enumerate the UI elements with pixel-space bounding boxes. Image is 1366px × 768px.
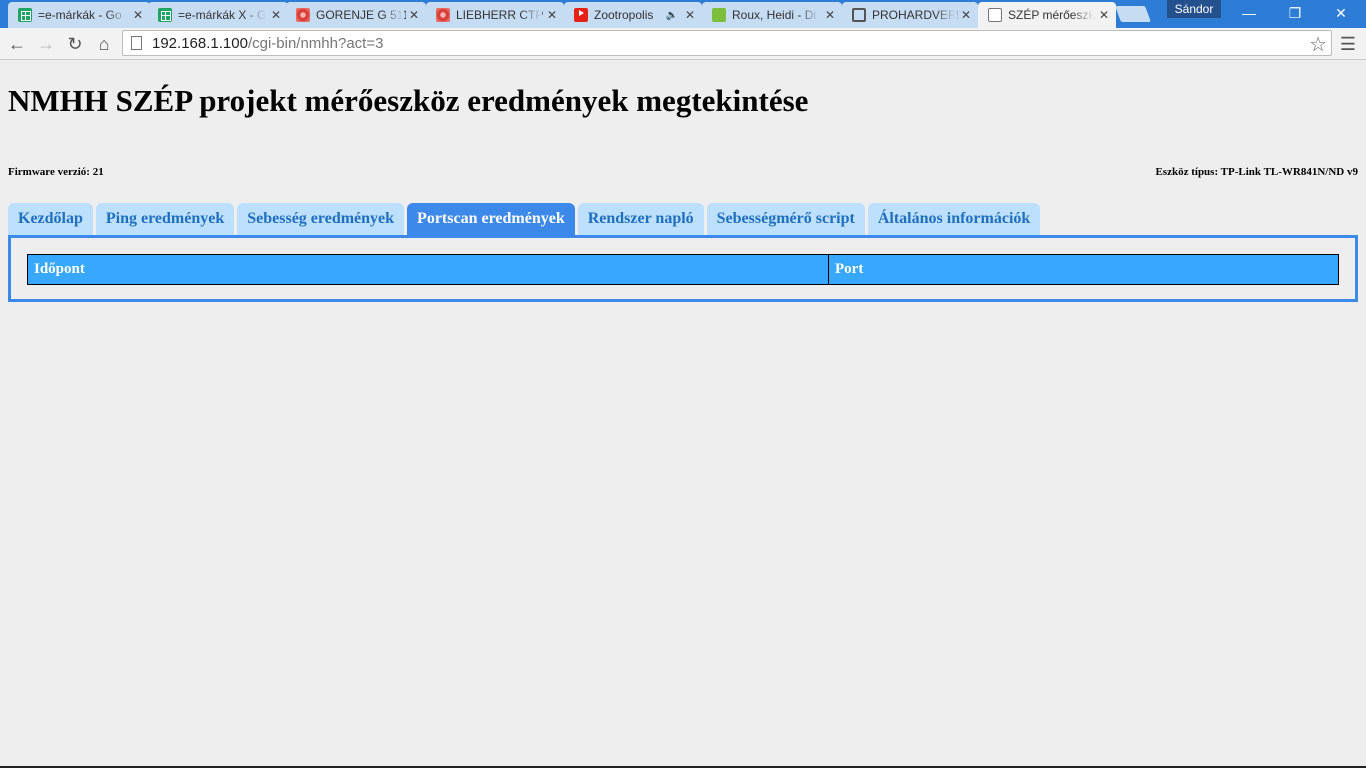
browser-toolbar: ← → ↻ ⌂ 192.168.1.100/cgi-bin/nmhh?act=3… [0,28,1366,60]
bookmark-star-icon[interactable]: ☆ [1309,32,1327,57]
sheets-icon [18,8,32,22]
close-icon[interactable]: ✕ [406,8,422,22]
youtube-icon [574,8,588,22]
column-header-port: Port [828,254,1339,285]
browser-tab[interactable]: Zootropolis 🔈 ✕ [564,2,702,28]
browser-tab-title: Zootropolis [594,8,654,22]
browser-tab[interactable]: =e-márkák - Go ✕ [8,2,150,28]
tab-portscan[interactable]: Portscan eredmények [407,203,575,235]
device-type: Eszköz típus: TP-Link TL-WR841N/ND v9 [1155,166,1358,178]
new-tab-button[interactable] [1115,6,1151,22]
close-icon[interactable]: ✕ [268,8,284,22]
browser-tab[interactable]: Roux, Heidi - Di ✕ [702,2,842,28]
browser-tab-active[interactable]: SZÉP mérőeszk ✕ [978,2,1116,28]
tab-sebesseg[interactable]: Sebesség eredmények [237,203,405,235]
results-panel: Időpont Port [8,235,1358,302]
close-icon[interactable]: ✕ [822,8,838,22]
tab-ping[interactable]: Ping eredmények [95,203,235,235]
browser-tab[interactable]: PROHARDVER! ✕ [842,2,978,28]
profile-button[interactable]: Sándor [1167,0,1221,18]
close-icon[interactable]: ✕ [130,8,146,22]
reload-icon[interactable]: ↻ [63,32,87,56]
search-icon [852,8,866,22]
browser-tab[interactable]: GORENJE G 511 ✕ [286,2,426,28]
back-arrow-icon[interactable]: ← [5,32,29,56]
close-icon[interactable]: ✕ [682,8,698,22]
column-header-idopont: Időpont [27,254,829,285]
address-bar[interactable]: 192.168.1.100/cgi-bin/nmhh?act=3 ☆ [122,30,1332,56]
restore-icon[interactable]: ❐ [1272,0,1318,26]
browser-tab[interactable]: LIEBHERR CTP 2 ✕ [426,2,564,28]
flower-icon [296,8,310,22]
tab-rendszer-naplo[interactable]: Rendszer napló [577,203,704,235]
home-icon[interactable]: ⌂ [92,32,116,56]
browser-tab-strip: =e-márkák - Go ✕ =e-márkák X - G ✕ GOREN… [0,0,1366,28]
tab-altalanos-informaciok[interactable]: Általános információk [867,203,1041,235]
page-title: NMHH SZÉP projekt mérőeszköz eredmények … [8,83,809,118]
browser-tab[interactable]: =e-márkák X - G ✕ [148,2,288,28]
flower-icon [436,8,450,22]
minimize-icon[interactable]: — [1226,0,1272,26]
tab-kezdolap[interactable]: Kezdőlap [8,203,93,235]
sheets-icon [158,8,172,22]
portscan-table: Időpont Port [27,254,1339,285]
table-header-row: Időpont Port [27,254,1339,285]
tab-sebessegmero-script[interactable]: Sebességmérő script [706,203,865,235]
forward-arrow-icon[interactable]: → [34,32,58,56]
page-content: NMHH SZÉP projekt mérőeszköz eredmények … [0,61,1366,768]
url-text[interactable]: 192.168.1.100/cgi-bin/nmhh?act=3 [152,35,383,52]
close-icon[interactable]: ✕ [544,8,560,22]
page-icon [131,36,142,50]
speaker-icon[interactable]: 🔈 [666,10,678,21]
firmware-version: Firmware verzió: 21 [8,166,104,178]
page-nav-tabs: Kezdőlap Ping eredmények Sebesség eredmé… [8,203,1043,235]
close-icon[interactable]: ✕ [958,8,974,22]
green-square-icon [712,8,726,22]
document-icon [988,8,1002,22]
close-icon[interactable]: ✕ [1096,8,1112,22]
menu-icon[interactable]: ☰ [1338,32,1358,56]
close-window-icon[interactable]: ✕ [1318,0,1364,26]
